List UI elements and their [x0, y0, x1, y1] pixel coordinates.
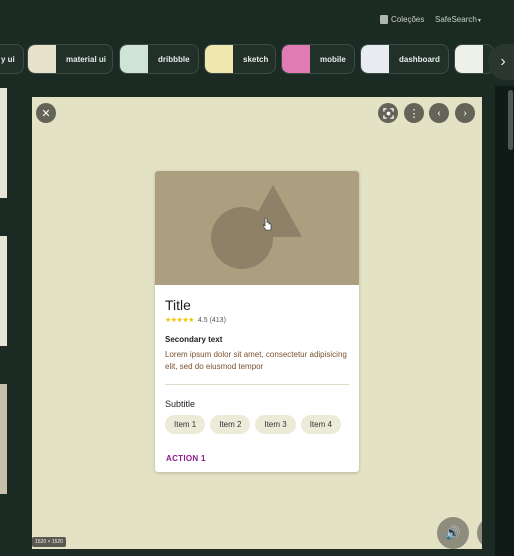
chip-thumbnail — [282, 45, 310, 73]
lens-button[interactable] — [378, 103, 398, 123]
secondary-text: Secondary text — [165, 335, 223, 344]
chip-label: mobile — [320, 54, 346, 64]
rating-text: 4.5 (413) — [197, 316, 226, 324]
item-chip[interactable]: Item 2 — [210, 415, 251, 434]
result-thumbnail[interactable] — [0, 384, 7, 494]
card-divider — [165, 384, 349, 385]
related-searches-row: y ui material ui dribbble sketch mobile … — [0, 40, 514, 80]
card-subtitle: Subtitle — [165, 399, 196, 409]
item-chip[interactable]: Item 4 — [300, 415, 341, 434]
safesearch-label: SafeSearch — [435, 15, 477, 24]
chip-thumbnail — [205, 45, 233, 73]
chip-label: sketch — [243, 54, 269, 64]
chip-thumbnail — [361, 45, 389, 73]
chip-thumbnail — [28, 45, 56, 73]
close-icon: ✕ — [41, 107, 51, 120]
image-viewer: ✕ ⋮ ‹ › Title ★★★★★ 4.5 (413) Secondary … — [32, 97, 482, 549]
star-rating-icon: ★★★★★ — [165, 317, 194, 324]
chip-material-ui[interactable]: material ui — [27, 44, 113, 74]
right-scroll-area — [495, 86, 514, 556]
chevron-right-icon: › — [500, 53, 506, 70]
item-chip[interactable]: Item 1 — [165, 415, 206, 434]
card-title: Title — [165, 297, 191, 313]
chip-group: Item 1 Item 2 Item 3 Item 4 — [165, 415, 341, 434]
volume-icon: 🔊 — [444, 525, 462, 540]
chip-label: dribbble — [158, 54, 190, 64]
more-actions-button[interactable]: ••• — [477, 517, 482, 549]
collections-icon — [380, 15, 388, 24]
image-dimensions: 1520 × 1520 — [32, 537, 66, 547]
close-button[interactable]: ✕ — [36, 103, 56, 123]
chip-dashboard[interactable]: dashboard — [360, 44, 449, 74]
results-gap — [8, 86, 32, 556]
more-vert-icon: ⋮ — [408, 107, 420, 120]
result-thumbnail[interactable] — [0, 88, 7, 198]
result-thumbnail[interactable] — [0, 236, 7, 346]
card-body: Title ★★★★★ 4.5 (413) Secondary text Lor… — [165, 297, 351, 373]
cursor-icon — [262, 217, 272, 231]
chip-thumbnail — [455, 45, 483, 73]
next-image-button[interactable]: › — [455, 103, 475, 123]
chip-y-ui[interactable]: y ui — [0, 44, 24, 74]
lens-icon — [382, 107, 394, 119]
previous-image-button[interactable]: ‹ — [429, 103, 449, 123]
shapes-illustration — [211, 185, 302, 269]
chip-thumbnail — [120, 45, 148, 73]
chips-next-button[interactable]: › — [488, 44, 514, 80]
left-results-strip — [0, 86, 8, 556]
chip-mobile[interactable]: mobile — [281, 44, 355, 74]
chip-sketch[interactable]: sketch — [204, 44, 276, 74]
sound-button[interactable]: 🔊 — [437, 517, 469, 549]
collections-link[interactable]: Coleções — [380, 15, 424, 24]
card-media — [155, 171, 359, 285]
more-options-button[interactable]: ⋮ — [404, 103, 424, 123]
safesearch-menu[interactable]: SafeSearch▾ — [435, 15, 481, 24]
action-button[interactable]: ACTION 1 — [166, 454, 206, 463]
chevron-left-icon: ‹ — [437, 107, 441, 119]
card-description: Lorem ipsum dolor sit amet, consectetur … — [165, 350, 347, 371]
rating-row: ★★★★★ 4.5 (413) — [165, 316, 351, 325]
chevron-right-icon: › — [463, 107, 467, 119]
collections-label: Coleções — [391, 15, 425, 24]
item-chip[interactable]: Item 3 — [255, 415, 296, 434]
chip-label: dashboard — [399, 54, 440, 64]
material-card: Title ★★★★★ 4.5 (413) Secondary text Lor… — [155, 171, 359, 472]
scrollbar-thumb[interactable] — [508, 90, 513, 150]
top-bar: Coleções SafeSearch▾ — [0, 0, 514, 38]
caret-down-icon: ▾ — [477, 18, 481, 24]
chip-dribbble[interactable]: dribbble — [119, 44, 199, 74]
chip-label: y ui — [1, 54, 15, 64]
chip-label: material ui — [66, 54, 107, 64]
